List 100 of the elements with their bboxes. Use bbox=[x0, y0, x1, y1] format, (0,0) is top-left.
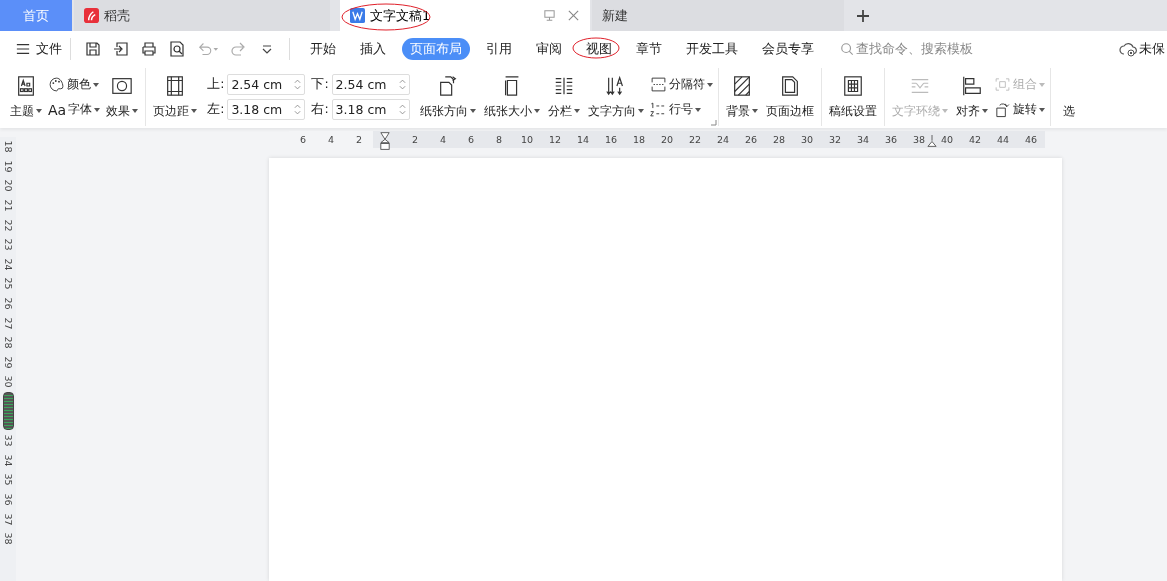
caret-icon bbox=[94, 107, 101, 112]
ribbon-button[interactable]: 纸张大小 bbox=[481, 74, 542, 120]
ruler-number: 18 bbox=[2, 140, 14, 153]
ribbon-tab[interactable]: 审阅 bbox=[524, 37, 574, 60]
ruler-number: 38 bbox=[912, 133, 926, 147]
ruler-number: 32 bbox=[828, 133, 842, 147]
number-field[interactable]: 2.54 cm bbox=[331, 74, 410, 95]
separator-icon bbox=[649, 76, 667, 93]
align-icon bbox=[960, 74, 983, 97]
scrollbar-thumb[interactable] bbox=[2, 392, 14, 431]
ribbon-button[interactable]: 稿纸设置 bbox=[826, 74, 879, 120]
caret-icon bbox=[573, 109, 580, 113]
add-tab-icon[interactable] bbox=[856, 8, 870, 23]
ribbon-button[interactable]: 颜色 bbox=[48, 76, 101, 93]
caret-icon bbox=[751, 109, 758, 113]
document-tab[interactable]: 稻壳 bbox=[74, 0, 330, 31]
ruler-number: 23 bbox=[2, 238, 14, 251]
save-icon[interactable] bbox=[85, 40, 101, 57]
ruler-number: 22 bbox=[688, 133, 702, 147]
caret-icon bbox=[637, 109, 644, 113]
ruler-number: 14 bbox=[576, 133, 590, 147]
ribbon-tab[interactable]: 开始 bbox=[298, 37, 348, 60]
grid-paper-icon bbox=[841, 74, 864, 97]
caret-icon bbox=[1038, 107, 1045, 112]
caret-icon bbox=[36, 109, 42, 113]
search-icon bbox=[840, 41, 854, 56]
ruler-number: 22 bbox=[2, 219, 14, 232]
document-tab[interactable]: 新建 bbox=[592, 0, 844, 31]
save-status[interactable]: 未保 bbox=[1139, 39, 1165, 58]
margin-label: 下: bbox=[311, 76, 329, 93]
ribbon-button[interactable]: 效果 bbox=[104, 74, 141, 120]
ruler-number: 34 bbox=[2, 454, 14, 467]
ruler-number: 27 bbox=[2, 317, 14, 330]
ribbon-tab[interactable]: 视图 bbox=[574, 37, 624, 60]
ribbon-button[interactable]: 主题 bbox=[8, 74, 44, 120]
ribbon-button[interactable]: 文字方向 bbox=[585, 74, 646, 120]
caret-icon bbox=[533, 109, 540, 113]
ruler-number: 10 bbox=[520, 133, 534, 147]
ruler-number: 6 bbox=[299, 133, 306, 147]
ribbon-button[interactable]: 选 bbox=[1062, 102, 1075, 120]
ribbon-tab[interactable]: 开发工具 bbox=[674, 37, 750, 60]
caret-icon bbox=[1038, 82, 1045, 87]
ruler-number: 38 bbox=[2, 532, 14, 545]
ribbon-tab[interactable]: 章节 bbox=[624, 37, 674, 60]
ruler-number: 30 bbox=[800, 133, 814, 147]
ruler-number: 24 bbox=[2, 258, 14, 271]
annotation-ellipse bbox=[572, 36, 620, 59]
ribbon-button[interactable]: 对齐 bbox=[953, 74, 990, 120]
right-indent-marker-icon[interactable] bbox=[927, 135, 937, 148]
print-preview-icon[interactable] bbox=[169, 40, 185, 57]
ruler-number: 34 bbox=[856, 133, 870, 147]
ruler-number: 6 bbox=[467, 133, 474, 147]
print-icon[interactable] bbox=[141, 40, 157, 57]
ruler-number: 35 bbox=[2, 473, 14, 486]
ribbon-button[interactable]: 分隔符 bbox=[649, 76, 713, 93]
ruler-number: 28 bbox=[772, 133, 786, 147]
ribbon-button[interactable]: 纸张方向 bbox=[417, 74, 478, 120]
ribbon-button[interactable]: 旋转 bbox=[993, 101, 1045, 118]
caret-icon bbox=[93, 82, 99, 87]
ribbon-tab[interactable]: 插入 bbox=[348, 37, 398, 60]
file-menu[interactable]: 文件 bbox=[36, 39, 62, 58]
ribbon-button[interactable]: 行号 bbox=[649, 101, 713, 118]
ribbon-tab[interactable]: 引用 bbox=[474, 37, 524, 60]
group-icon bbox=[993, 76, 1011, 93]
ruler-number: 30 bbox=[2, 375, 14, 388]
ruler-number: 19 bbox=[2, 160, 14, 173]
ruler-number: 26 bbox=[2, 297, 14, 310]
ruler-number: 21 bbox=[2, 199, 14, 212]
ruler-number: 2 bbox=[411, 133, 418, 147]
ribbon-button[interactable]: 页面边框 bbox=[763, 74, 816, 120]
number-field[interactable]: 3.18 cm bbox=[331, 99, 410, 120]
caret-icon bbox=[941, 109, 948, 113]
ruler-number: 26 bbox=[744, 133, 758, 147]
caret-icon bbox=[132, 109, 139, 113]
ruler-number: 46 bbox=[1024, 133, 1038, 147]
ribbon-button[interactable]: 分栏 bbox=[545, 74, 582, 120]
ruler-number: 2 bbox=[355, 133, 362, 147]
ruler-number: 12 bbox=[548, 133, 562, 147]
theme-icon bbox=[15, 74, 37, 97]
ribbon-button[interactable]: 背景 bbox=[723, 74, 760, 120]
cloud-icon[interactable] bbox=[1119, 40, 1137, 57]
document-logo-icon bbox=[350, 8, 365, 23]
ruler-number: 18 bbox=[632, 133, 646, 147]
number-field[interactable]: 2.54 cm bbox=[227, 74, 306, 95]
ruler-number: 36 bbox=[2, 493, 14, 506]
indent-marker-icon[interactable] bbox=[380, 131, 390, 151]
font-glyph-icon: Aa bbox=[48, 101, 67, 118]
number-field[interactable]: 3.18 cm bbox=[227, 99, 306, 120]
palette-icon bbox=[48, 76, 65, 93]
ruler-number: 20 bbox=[2, 179, 14, 193]
ruler-number: 28 bbox=[2, 336, 14, 349]
export-icon[interactable] bbox=[113, 40, 129, 57]
close-icon[interactable] bbox=[567, 9, 580, 22]
ribbon-tab[interactable]: 会员专享 bbox=[750, 37, 826, 60]
ruler-number: 29 bbox=[2, 356, 14, 369]
menu-icon[interactable] bbox=[16, 41, 30, 56]
ribbon-button[interactable]: 页边距 bbox=[151, 74, 200, 120]
ribbon-button[interactable]: Aa 字体 bbox=[48, 101, 101, 118]
document-tab[interactable]: 文字文稿1 bbox=[340, 0, 590, 31]
search-field[interactable]: 查找命令、搜索模板 bbox=[840, 41, 1008, 56]
